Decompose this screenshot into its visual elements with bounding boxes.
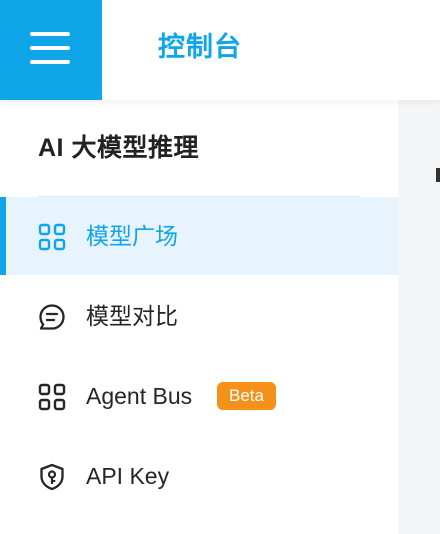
page: 控制台 AI 大模型推理 模型广场 模型对比 Agent Bus Beta AP… — [0, 0, 440, 534]
sidebar-section-title: AI 大模型推理 — [38, 134, 199, 162]
beta-badge: Beta — [217, 382, 276, 410]
grid-icon — [38, 223, 66, 251]
content-edge-mark — [436, 168, 440, 182]
sidebar-item-api-key[interactable]: API Key — [0, 437, 398, 515]
hamburger-menu-icon-bar — [30, 60, 70, 64]
chat-compare-icon — [39, 304, 65, 330]
sidebar-item-model-compare[interactable]: 模型对比 — [0, 277, 398, 355]
hamburger-menu-button[interactable] — [0, 0, 102, 100]
shield-key-icon — [40, 463, 64, 491]
sidebar: AI 大模型推理 模型广场 模型对比 Agent Bus Beta API Ke… — [0, 100, 398, 534]
sidebar-item-label: 模型广场 — [86, 223, 178, 249]
sidebar-item-label: Agent Bus — [86, 383, 193, 409]
main-content-area — [398, 100, 440, 534]
page-title: 控制台 — [158, 32, 242, 62]
grid-icon — [38, 383, 66, 411]
sidebar-item-label: API Key — [86, 463, 170, 489]
hamburger-menu-icon — [30, 32, 70, 36]
sidebar-item-label: 模型对比 — [86, 303, 178, 329]
sidebar-item-model-square[interactable]: 模型广场 — [0, 197, 398, 275]
hamburger-menu-icon-bar — [30, 46, 70, 50]
sidebar-item-agent-bus[interactable]: Agent Bus — [0, 357, 398, 435]
top-bar: 控制台 — [0, 0, 440, 100]
